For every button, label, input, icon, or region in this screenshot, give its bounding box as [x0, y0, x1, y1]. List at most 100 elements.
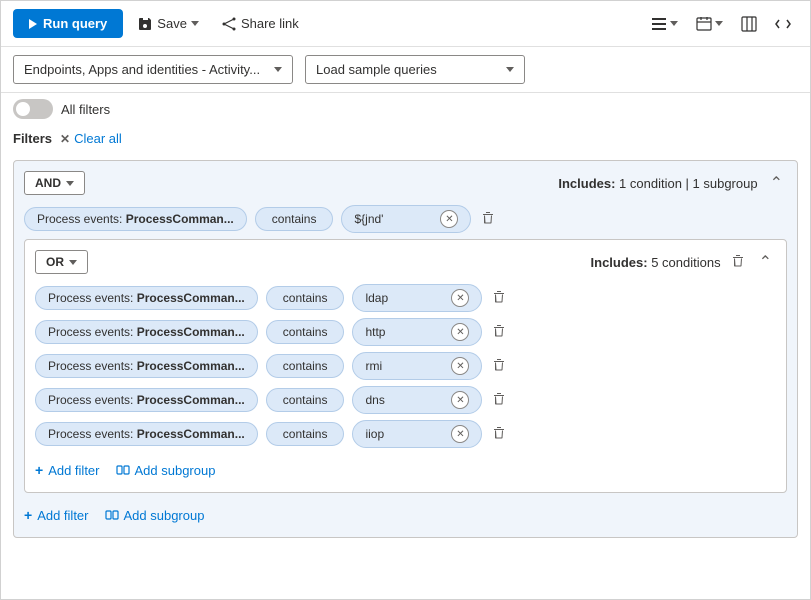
and-clear-value-icon[interactable]: ✕ [440, 210, 458, 228]
x-icon: ✕ [60, 132, 70, 146]
or-operator-tag-4[interactable]: contains [266, 422, 345, 446]
trash-icon [481, 211, 495, 225]
or-conditions-container: Process events: ProcessComman... contains… [35, 284, 776, 448]
or-value-input-4[interactable]: iiop✕ [352, 420, 482, 448]
and-group-info: Includes: 1 condition | 1 subgroup ⌃ [558, 171, 787, 195]
filter-area: AND Includes: 1 condition | 1 subgroup ⌃… [1, 152, 810, 599]
or-plus-icon: + [35, 462, 43, 478]
and-add-subgroup-button[interactable]: Add subgroup [105, 504, 205, 527]
calendar-button[interactable] [689, 11, 730, 37]
endpoint-chevron-icon [274, 67, 282, 72]
list-icon [651, 16, 667, 32]
or-value-input-3[interactable]: dns✕ [352, 386, 482, 414]
or-condition-row-2: Process events: ProcessComman... contains… [35, 352, 776, 380]
or-collapse-button[interactable]: ⌃ [755, 250, 776, 274]
sample-chevron-icon [506, 67, 514, 72]
and-subgroup-icon [105, 508, 119, 522]
or-field-tag-1[interactable]: Process events: ProcessComman... [35, 320, 258, 344]
allfilters-label: All filters [61, 102, 110, 117]
share-link-button[interactable]: Share link [213, 10, 307, 38]
or-chevron-icon [69, 260, 77, 265]
or-condition-row-3: Process events: ProcessComman... contains… [35, 386, 776, 414]
trash-icon-1 [492, 324, 506, 338]
or-clear-value-icon-0[interactable]: ✕ [451, 289, 469, 307]
or-operator-tag-1[interactable]: contains [266, 320, 345, 344]
trash-icon-2 [492, 358, 506, 372]
or-field-tag-4[interactable]: Process events: ProcessComman... [35, 422, 258, 446]
and-delete-row-button[interactable] [479, 209, 497, 230]
toggle-thumb [16, 102, 30, 116]
run-query-button[interactable]: Run query [13, 9, 123, 38]
or-group-header: OR Includes: 5 conditions ⌃ [35, 250, 776, 274]
or-add-subgroup-button[interactable]: Add subgroup [116, 459, 216, 482]
or-clear-value-icon-4[interactable]: ✕ [451, 425, 469, 443]
or-group-info: Includes: 5 conditions ⌃ [591, 250, 776, 274]
or-value-input-1[interactable]: http✕ [352, 318, 482, 346]
or-field-tag-2[interactable]: Process events: ProcessComman... [35, 354, 258, 378]
or-value-input-0[interactable]: ldap✕ [352, 284, 482, 312]
list-view-button[interactable] [644, 11, 685, 37]
or-delete-row-2-button[interactable] [490, 356, 508, 377]
or-operator-tag-0[interactable]: contains [266, 286, 345, 310]
or-delete-button[interactable] [729, 252, 747, 273]
code-button[interactable] [768, 11, 798, 37]
or-trash-icon [731, 254, 745, 268]
save-button[interactable]: Save [129, 10, 207, 38]
and-condition-row: Process events: ProcessComman... contain… [24, 205, 787, 233]
or-condition-row-4: Process events: ProcessComman... contains… [35, 420, 776, 448]
dropdowns-row: Endpoints, Apps and identities - Activit… [1, 47, 810, 93]
save-icon [137, 16, 153, 32]
calendar-icon [696, 16, 712, 32]
and-add-row: + Add filter Add subgroup [24, 503, 787, 527]
and-add-filter-button[interactable]: + Add filter [24, 503, 89, 527]
and-chevron-icon [66, 181, 74, 186]
list-chevron-icon [670, 21, 678, 26]
and-collapse-button[interactable]: ⌃ [766, 171, 787, 195]
share-icon [221, 16, 237, 32]
or-delete-row-3-button[interactable] [490, 390, 508, 411]
toolbar: Run query Save Share link [1, 1, 810, 47]
trash-icon-0 [492, 290, 506, 304]
or-field-tag-3[interactable]: Process events: ProcessComman... [35, 388, 258, 412]
filters-label: Filters [13, 131, 52, 146]
or-field-tag-0[interactable]: Process events: ProcessComman... [35, 286, 258, 310]
or-clear-value-icon-3[interactable]: ✕ [451, 391, 469, 409]
columns-icon [741, 16, 757, 32]
play-icon [29, 19, 37, 29]
or-delete-row-1-button[interactable] [490, 322, 508, 343]
calendar-chevron-icon [715, 21, 723, 26]
toolbar-icons [644, 11, 798, 37]
and-tag-button[interactable]: AND [24, 171, 85, 195]
or-value-input-2[interactable]: rmi✕ [352, 352, 482, 380]
or-delete-row-0-button[interactable] [490, 288, 508, 309]
save-chevron-icon [191, 21, 199, 26]
or-group: OR Includes: 5 conditions ⌃ Process even… [24, 239, 787, 493]
or-condition-row-1: Process events: ProcessComman... contains… [35, 318, 776, 346]
and-group-header: AND Includes: 1 condition | 1 subgroup ⌃ [24, 171, 787, 195]
allfilters-row: All filters [1, 93, 810, 125]
clear-all-button[interactable]: ✕ Clear all [60, 131, 122, 146]
and-plus-icon: + [24, 507, 32, 523]
or-add-filter-button[interactable]: + Add filter [35, 458, 100, 482]
or-delete-row-4-button[interactable] [490, 424, 508, 445]
and-field-tag[interactable]: Process events: ProcessComman... [24, 207, 247, 231]
endpoint-dropdown[interactable]: Endpoints, Apps and identities - Activit… [13, 55, 293, 84]
columns-button[interactable] [734, 11, 764, 37]
or-condition-row-0: Process events: ProcessComman... contains… [35, 284, 776, 312]
or-operator-tag-3[interactable]: contains [266, 388, 345, 412]
allfilters-toggle[interactable] [13, 99, 53, 119]
trash-icon-4 [492, 426, 506, 440]
or-subgroup-icon [116, 463, 130, 477]
and-group: AND Includes: 1 condition | 1 subgroup ⌃… [13, 160, 798, 538]
trash-icon-3 [492, 392, 506, 406]
or-operator-tag-2[interactable]: contains [266, 354, 345, 378]
and-value-input[interactable]: ${jnd' ✕ [341, 205, 471, 233]
sample-queries-dropdown[interactable]: Load sample queries [305, 55, 525, 84]
code-icon [775, 16, 791, 32]
and-operator-tag[interactable]: contains [255, 207, 334, 231]
or-clear-value-icon-2[interactable]: ✕ [451, 357, 469, 375]
or-add-row: + Add filter Add subgroup [35, 458, 776, 482]
or-clear-value-icon-1[interactable]: ✕ [451, 323, 469, 341]
filters-bar: Filters ✕ Clear all [1, 125, 810, 152]
or-tag-button[interactable]: OR [35, 250, 88, 274]
